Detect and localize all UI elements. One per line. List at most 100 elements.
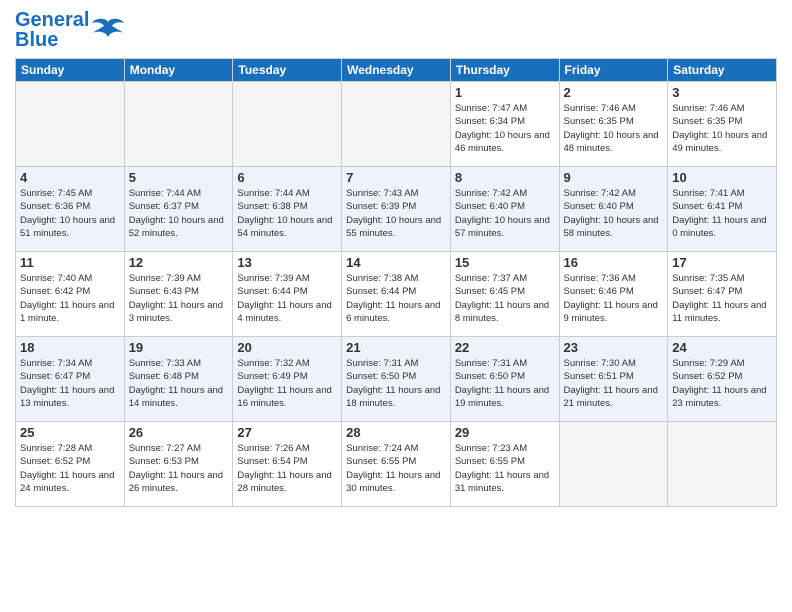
calendar-cell: 3 Sunrise: 7:46 AM Sunset: 6:35 PM Daylig… [668, 82, 777, 167]
calendar-cell [233, 82, 342, 167]
day-number: 28 [346, 425, 446, 440]
calendar-cell [124, 82, 233, 167]
calendar-cell [559, 422, 668, 507]
day-info: Sunrise: 7:33 AM Sunset: 6:48 PM Dayligh… [129, 357, 229, 410]
day-info: Sunrise: 7:26 AM Sunset: 6:54 PM Dayligh… [237, 442, 337, 495]
day-number: 6 [237, 170, 337, 185]
day-info: Sunrise: 7:29 AM Sunset: 6:52 PM Dayligh… [672, 357, 772, 410]
day-number: 27 [237, 425, 337, 440]
day-number: 26 [129, 425, 229, 440]
day-number: 4 [20, 170, 120, 185]
weekday-sunday: Sunday [16, 59, 125, 82]
day-number: 7 [346, 170, 446, 185]
day-info: Sunrise: 7:28 AM Sunset: 6:52 PM Dayligh… [20, 442, 120, 495]
day-info: Sunrise: 7:32 AM Sunset: 6:49 PM Dayligh… [237, 357, 337, 410]
calendar-cell: 10 Sunrise: 7:41 AM Sunset: 6:41 PM Dayli… [668, 167, 777, 252]
day-number: 10 [672, 170, 772, 185]
calendar-cell: 28 Sunrise: 7:24 AM Sunset: 6:55 PM Dayli… [342, 422, 451, 507]
day-info: Sunrise: 7:43 AM Sunset: 6:39 PM Dayligh… [346, 187, 446, 240]
day-info: Sunrise: 7:46 AM Sunset: 6:35 PM Dayligh… [564, 102, 664, 155]
calendar-cell: 29 Sunrise: 7:23 AM Sunset: 6:55 PM Dayli… [450, 422, 559, 507]
weekday-monday: Monday [124, 59, 233, 82]
calendar-cell: 15 Sunrise: 7:37 AM Sunset: 6:45 PM Dayli… [450, 252, 559, 337]
calendar-cell: 25 Sunrise: 7:28 AM Sunset: 6:52 PM Dayli… [16, 422, 125, 507]
weekday-header-row: SundayMondayTuesdayWednesdayThursdayFrid… [16, 59, 777, 82]
day-info: Sunrise: 7:38 AM Sunset: 6:44 PM Dayligh… [346, 272, 446, 325]
calendar-cell: 21 Sunrise: 7:31 AM Sunset: 6:50 PM Dayli… [342, 337, 451, 422]
logo: General Blue [15, 10, 124, 50]
calendar-page: General Blue SundayMondayTuesdayWednesda… [0, 0, 792, 612]
day-info: Sunrise: 7:37 AM Sunset: 6:45 PM Dayligh… [455, 272, 555, 325]
day-number: 23 [564, 340, 664, 355]
day-number: 16 [564, 255, 664, 270]
day-number: 3 [672, 85, 772, 100]
calendar-cell: 17 Sunrise: 7:35 AM Sunset: 6:47 PM Dayli… [668, 252, 777, 337]
calendar-cell [16, 82, 125, 167]
day-info: Sunrise: 7:24 AM Sunset: 6:55 PM Dayligh… [346, 442, 446, 495]
day-info: Sunrise: 7:46 AM Sunset: 6:35 PM Dayligh… [672, 102, 772, 155]
calendar-cell: 5 Sunrise: 7:44 AM Sunset: 6:37 PM Daylig… [124, 167, 233, 252]
day-info: Sunrise: 7:36 AM Sunset: 6:46 PM Dayligh… [564, 272, 664, 325]
day-number: 29 [455, 425, 555, 440]
day-number: 21 [346, 340, 446, 355]
day-number: 24 [672, 340, 772, 355]
day-number: 8 [455, 170, 555, 185]
calendar-cell: 26Sunrise: 7:27 AM Sunset: 6:53 PM Dayli… [124, 422, 233, 507]
day-info: Sunrise: 7:42 AM Sunset: 6:40 PM Dayligh… [564, 187, 664, 240]
calendar-cell: 22 Sunrise: 7:31 AM Sunset: 6:50 PM Dayli… [450, 337, 559, 422]
day-number: 25 [20, 425, 120, 440]
week-row-3: 11Sunrise: 7:40 AM Sunset: 6:42 PM Dayli… [16, 252, 777, 337]
calendar-cell: 11Sunrise: 7:40 AM Sunset: 6:42 PM Dayli… [16, 252, 125, 337]
day-info: Sunrise: 7:40 AM Sunset: 6:42 PM Dayligh… [20, 272, 120, 325]
calendar-cell [668, 422, 777, 507]
calendar-cell: 27 Sunrise: 7:26 AM Sunset: 6:54 PM Dayli… [233, 422, 342, 507]
weekday-tuesday: Tuesday [233, 59, 342, 82]
day-number: 1 [455, 85, 555, 100]
header: General Blue [15, 10, 777, 50]
day-number: 17 [672, 255, 772, 270]
day-number: 18 [20, 340, 120, 355]
day-info: Sunrise: 7:42 AM Sunset: 6:40 PM Dayligh… [455, 187, 555, 240]
calendar-cell: 19 Sunrise: 7:33 AM Sunset: 6:48 PM Dayli… [124, 337, 233, 422]
day-info: Sunrise: 7:30 AM Sunset: 6:51 PM Dayligh… [564, 357, 664, 410]
day-info: Sunrise: 7:44 AM Sunset: 6:37 PM Dayligh… [129, 187, 229, 240]
day-info: Sunrise: 7:34 AM Sunset: 6:47 PM Dayligh… [20, 357, 120, 410]
day-info: Sunrise: 7:23 AM Sunset: 6:55 PM Dayligh… [455, 442, 555, 495]
calendar-cell: 14 Sunrise: 7:38 AM Sunset: 6:44 PM Dayli… [342, 252, 451, 337]
calendar-cell: 6 Sunrise: 7:44 AM Sunset: 6:38 PM Daylig… [233, 167, 342, 252]
bird-icon [92, 16, 124, 44]
day-number: 22 [455, 340, 555, 355]
calendar-cell: 18 Sunrise: 7:34 AM Sunset: 6:47 PM Dayli… [16, 337, 125, 422]
day-info: Sunrise: 7:35 AM Sunset: 6:47 PM Dayligh… [672, 272, 772, 325]
calendar-cell: 8 Sunrise: 7:42 AM Sunset: 6:40 PM Daylig… [450, 167, 559, 252]
calendar-cell: 4 Sunrise: 7:45 AM Sunset: 6:36 PM Daylig… [16, 167, 125, 252]
day-info: Sunrise: 7:44 AM Sunset: 6:38 PM Dayligh… [237, 187, 337, 240]
day-number: 14 [346, 255, 446, 270]
day-info: Sunrise: 7:39 AM Sunset: 6:44 PM Dayligh… [237, 272, 337, 325]
day-info: Sunrise: 7:45 AM Sunset: 6:36 PM Dayligh… [20, 187, 120, 240]
day-number: 19 [129, 340, 229, 355]
weekday-saturday: Saturday [668, 59, 777, 82]
day-number: 13 [237, 255, 337, 270]
calendar-cell: 2 Sunrise: 7:46 AM Sunset: 6:35 PM Daylig… [559, 82, 668, 167]
weekday-wednesday: Wednesday [342, 59, 451, 82]
day-number: 5 [129, 170, 229, 185]
weekday-thursday: Thursday [450, 59, 559, 82]
calendar-cell [342, 82, 451, 167]
calendar-cell: 23 Sunrise: 7:30 AM Sunset: 6:51 PM Dayli… [559, 337, 668, 422]
calendar-cell: 24 Sunrise: 7:29 AM Sunset: 6:52 PM Dayli… [668, 337, 777, 422]
logo-general: General [15, 10, 89, 30]
day-info: Sunrise: 7:31 AM Sunset: 6:50 PM Dayligh… [346, 357, 446, 410]
day-info: Sunrise: 7:41 AM Sunset: 6:41 PM Dayligh… [672, 187, 772, 240]
calendar-cell: 12Sunrise: 7:39 AM Sunset: 6:43 PM Dayli… [124, 252, 233, 337]
weekday-friday: Friday [559, 59, 668, 82]
calendar-cell: 9Sunrise: 7:42 AM Sunset: 6:40 PM Daylig… [559, 167, 668, 252]
logo-blue: Blue [15, 30, 58, 50]
day-info: Sunrise: 7:31 AM Sunset: 6:50 PM Dayligh… [455, 357, 555, 410]
day-number: 2 [564, 85, 664, 100]
day-number: 15 [455, 255, 555, 270]
calendar-table: SundayMondayTuesdayWednesdayThursdayFrid… [15, 58, 777, 507]
day-number: 12 [129, 255, 229, 270]
calendar-cell: 7 Sunrise: 7:43 AM Sunset: 6:39 PM Daylig… [342, 167, 451, 252]
calendar-cell: 1Sunrise: 7:47 AM Sunset: 6:34 PM Daylig… [450, 82, 559, 167]
